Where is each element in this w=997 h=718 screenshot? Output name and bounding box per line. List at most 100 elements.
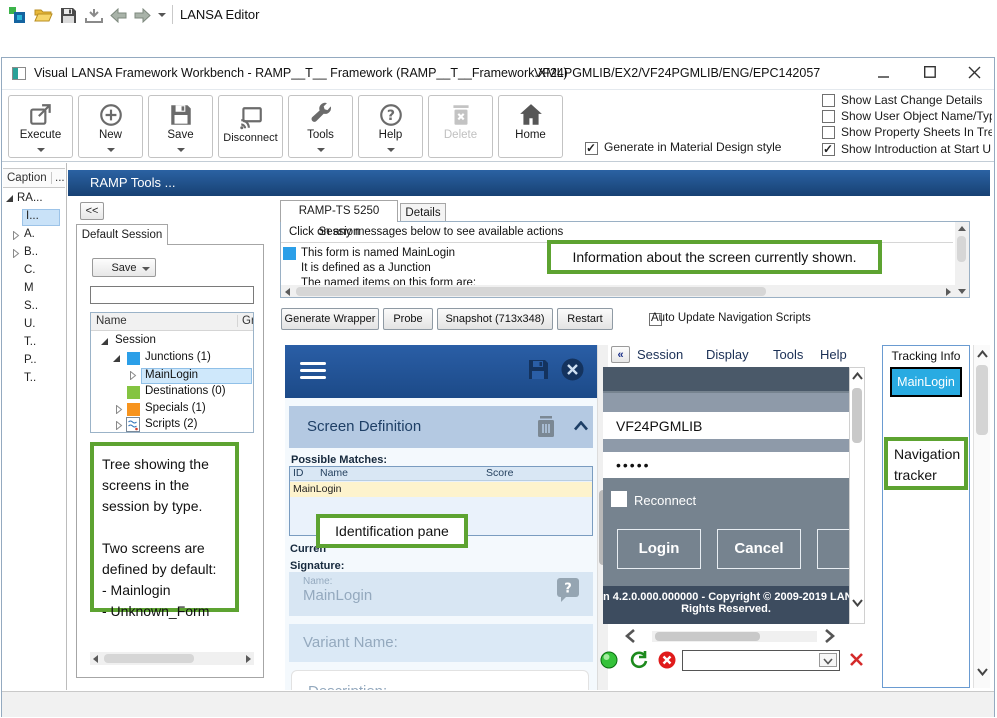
tab-default-session[interactable]: Default Session bbox=[76, 224, 168, 245]
caption-item[interactable]: A. bbox=[24, 228, 35, 240]
column-name[interactable]: Name bbox=[320, 467, 348, 479]
description-field[interactable]: Description: bbox=[291, 670, 589, 690]
terminal-user-field[interactable]: VF24PGMLIB bbox=[603, 412, 849, 439]
terminal-menu-display[interactable]: Display bbox=[706, 347, 749, 362]
terminal-password-field[interactable]: ••••• bbox=[603, 452, 849, 478]
tab-ramp-ts-session[interactable]: RAMP-TS 5250 Session bbox=[280, 200, 398, 222]
show-property-sheets-checkbox[interactable] bbox=[822, 126, 835, 139]
tree-item-specials[interactable]: Specials (1) bbox=[145, 402, 206, 414]
tree-column-group[interactable]: Gr bbox=[237, 315, 254, 327]
message-line[interactable]: This form is named MainLogin bbox=[301, 247, 455, 259]
menu-icon[interactable] bbox=[300, 362, 326, 379]
partial-button[interactable] bbox=[817, 529, 849, 569]
session-collapse-button[interactable]: << bbox=[80, 202, 104, 220]
mainlogin-collapse-icon[interactable] bbox=[129, 371, 137, 380]
caption-item[interactable]: B.. bbox=[24, 246, 38, 258]
help-button[interactable]: ? Help bbox=[358, 95, 423, 158]
execute-button[interactable]: Execute bbox=[8, 95, 73, 158]
tools-button[interactable]: Tools bbox=[288, 95, 353, 158]
definition-trash-icon[interactable] bbox=[537, 416, 555, 437]
new-button[interactable]: New bbox=[78, 95, 143, 158]
back-arrow-icon[interactable] bbox=[110, 8, 127, 23]
caption-item[interactable]: S.. bbox=[24, 300, 38, 312]
tracking-item-mainlogin[interactable]: MainLogin bbox=[890, 367, 962, 397]
caption-item-selected[interactable]: I... bbox=[26, 210, 39, 222]
new-icon bbox=[98, 102, 124, 128]
home-button[interactable]: Home bbox=[498, 95, 563, 158]
tree-column-name[interactable]: Name bbox=[96, 315, 127, 327]
snapshot-button[interactable]: Snapshot (713x348) bbox=[437, 308, 553, 330]
stop-icon[interactable] bbox=[658, 651, 676, 669]
scripts-collapse-icon[interactable] bbox=[115, 421, 123, 430]
name-field[interactable]: Name: MainLogin ? bbox=[289, 572, 593, 616]
save-icon[interactable] bbox=[60, 7, 77, 24]
maximize-button[interactable] bbox=[914, 60, 946, 84]
match-row[interactable]: MainLogin bbox=[293, 483, 341, 495]
column-id[interactable]: ID bbox=[293, 467, 304, 479]
messages-vscrollbar[interactable] bbox=[955, 222, 969, 298]
nav-left-icon[interactable] bbox=[624, 629, 636, 643]
tree-item-scripts[interactable]: Scripts (2) bbox=[145, 418, 197, 430]
terminal-collapse-button[interactable]: « bbox=[611, 346, 630, 363]
message-line[interactable]: It is defined as a Junction bbox=[301, 262, 431, 274]
nav-right-icon[interactable] bbox=[824, 629, 836, 643]
caption-item[interactable]: U. bbox=[24, 318, 36, 330]
definition-collapse-icon[interactable] bbox=[574, 421, 588, 431]
caption-item[interactable]: C. bbox=[24, 264, 36, 276]
caption-item[interactable]: T.. bbox=[24, 372, 36, 384]
caption-item[interactable]: T.. bbox=[24, 336, 36, 348]
caption-item[interactable]: P.. bbox=[24, 354, 37, 366]
caption-collapse-icon[interactable] bbox=[12, 231, 20, 240]
name-help-icon[interactable]: ? bbox=[557, 578, 581, 603]
show-introduction-checkbox[interactable] bbox=[822, 143, 835, 156]
import-icon[interactable] bbox=[85, 9, 103, 23]
open-folder-icon[interactable] bbox=[34, 7, 53, 23]
session-hscrollbar[interactable] bbox=[90, 652, 254, 665]
caption-collapse-icon[interactable] bbox=[12, 249, 20, 258]
definition-save-icon[interactable] bbox=[528, 359, 549, 380]
forward-arrow-icon[interactable] bbox=[134, 8, 151, 23]
specials-collapse-icon[interactable] bbox=[115, 405, 123, 414]
caption-more-column[interactable]: ... bbox=[51, 172, 65, 184]
qat-dropdown-caret-icon[interactable] bbox=[158, 13, 166, 17]
restart-button[interactable]: Restart bbox=[557, 308, 613, 330]
tree-item-junctions[interactable]: Junctions (1) bbox=[145, 351, 211, 363]
navigation-combobox[interactable] bbox=[682, 650, 840, 671]
tree-item-destinations[interactable]: Destinations (0) bbox=[145, 385, 226, 397]
login-button[interactable]: Login bbox=[617, 529, 701, 569]
show-user-object-checkbox[interactable] bbox=[822, 110, 835, 123]
terminal-menu-session[interactable]: Session bbox=[637, 347, 683, 362]
clear-icon[interactable] bbox=[849, 652, 864, 667]
probe-button[interactable]: Probe bbox=[383, 308, 433, 330]
caption-item-root[interactable]: RA... bbox=[17, 192, 43, 204]
messages-hscrollbar[interactable] bbox=[281, 285, 955, 298]
caption-item[interactable]: M bbox=[24, 282, 34, 294]
session-filter-input[interactable] bbox=[90, 286, 254, 304]
minimize-button[interactable] bbox=[868, 60, 900, 84]
tree-item-session[interactable]: Session bbox=[115, 334, 156, 346]
session-save-button[interactable]: Save bbox=[92, 258, 156, 277]
junctions-expander-icon[interactable] bbox=[113, 355, 120, 362]
disconnect-button[interactable]: Disconnect bbox=[218, 95, 283, 158]
terminal-menu-tools[interactable]: Tools bbox=[773, 347, 803, 362]
combobox-dropdown-icon[interactable] bbox=[819, 653, 837, 667]
show-last-change-checkbox[interactable] bbox=[822, 94, 835, 107]
variant-field[interactable]: Variant Name: bbox=[289, 624, 593, 662]
tab-details[interactable]: Details bbox=[400, 203, 446, 222]
tree-item-mainlogin[interactable]: MainLogin bbox=[145, 369, 198, 381]
generate-wrapper-button[interactable]: Generate Wrapper bbox=[281, 308, 379, 330]
session-expander-icon[interactable] bbox=[101, 338, 108, 345]
cancel-button[interactable]: Cancel bbox=[717, 529, 801, 569]
close-button[interactable] bbox=[958, 60, 990, 84]
caption-root-expander-icon[interactable] bbox=[6, 195, 13, 202]
main-vscrollbar[interactable] bbox=[973, 345, 990, 688]
column-score[interactable]: Score bbox=[486, 467, 513, 479]
terminal-vscrollbar[interactable] bbox=[849, 367, 865, 624]
definition-close-icon[interactable] bbox=[561, 358, 584, 381]
terminal-menu-help[interactable]: Help bbox=[820, 347, 847, 362]
refresh-icon[interactable] bbox=[629, 650, 649, 670]
terminal-hscrollbar[interactable] bbox=[652, 631, 817, 642]
reconnect-checkbox[interactable] bbox=[611, 491, 627, 507]
material-design-checkbox[interactable] bbox=[585, 142, 598, 155]
save-button[interactable]: Save bbox=[148, 95, 213, 158]
